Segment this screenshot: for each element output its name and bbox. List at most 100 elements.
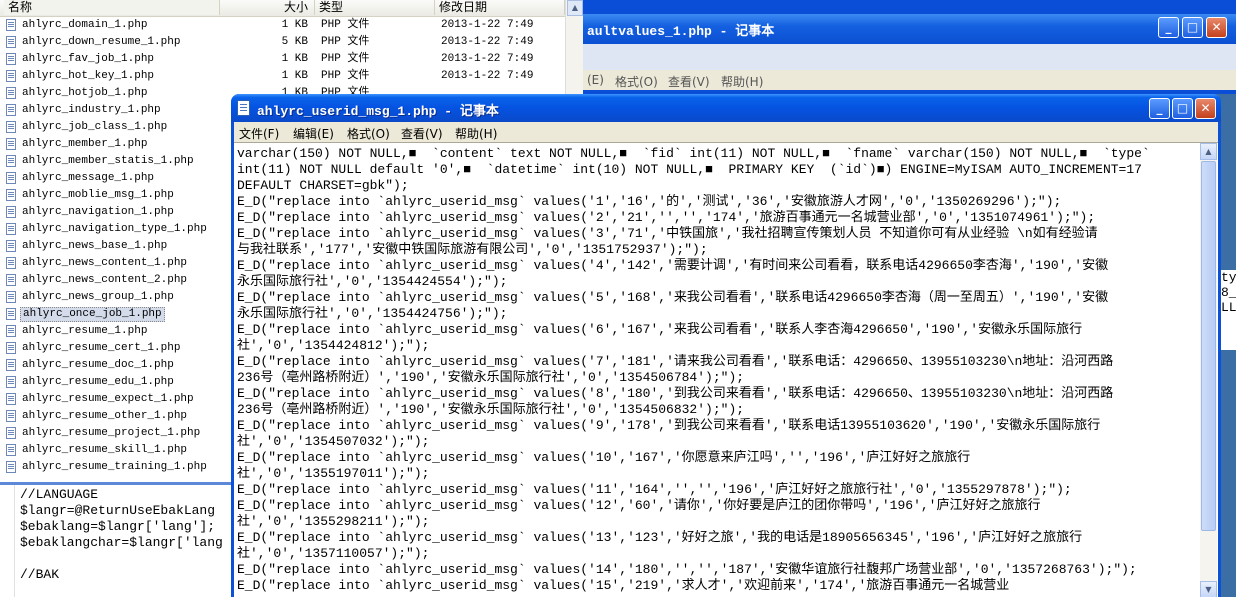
file-name: ahlyrc_resume_project_1.php [22,427,201,439]
file-name: ahlyrc_navigation_1.php [22,206,174,218]
text-line: E_D("replace into `ahlyrc_userid_msg` va… [237,354,1114,369]
php-file-icon [6,376,16,388]
php-file-icon [6,461,16,473]
php-file-icon [6,240,16,252]
code-line: $langr=@ReturnUseEbakLang [20,503,216,518]
file-row[interactable]: ahlyrc_fav_job_1.php 1 KB PHP 文件 2013-1-22 … [0,51,565,68]
menu-view[interactable]: 查看(V) [668,73,710,90]
notepad-vertical-scrollbar[interactable]: ▲ ▼ [1200,143,1217,597]
php-file-icon [6,172,16,184]
file-name: ahlyrc_resume_training_1.php [22,461,207,473]
text-line: E_D("replace into `ahlyrc_userid_msg` va… [237,418,1101,433]
php-file-icon [6,444,16,456]
file-size: 5 KB [281,36,308,48]
php-file-icon [6,36,16,48]
php-file-icon [6,206,16,218]
file-type: PHP 文件 [321,53,370,65]
file-row[interactable]: ahlyrc_hot_key_1.php 1 KB PHP 文件 2013-1-22 … [0,68,565,85]
file-name: ahlyrc_once_job_1.php [20,307,165,322]
close-icon[interactable]: ✕ [1206,17,1227,38]
column-date-header[interactable]: 修改日期 [435,0,565,15]
menu-format[interactable]: 格式(O) [615,73,658,90]
file-name: ahlyrc_news_base_1.php [22,240,168,252]
notepad-titlebar[interactable]: ahlyrc_userid_msg_1.php - 记事本 _ □ ✕ [231,94,1221,122]
minimize-icon[interactable]: _ [1158,17,1179,38]
scroll-up-icon[interactable]: ▲ [567,0,583,16]
background-notepad-menu: (E) 格式(O) 查看(V) 帮助(H) [583,70,1236,90]
file-row[interactable]: ahlyrc_domain_1.php 1 KB PHP 文件 2013-1-22 7… [0,17,565,34]
file-size: 1 KB [281,19,308,31]
text-line: E_D("replace into `ahlyrc_userid_msg` va… [237,562,1137,577]
file-name: ahlyrc_resume_edu_1.php [22,376,174,388]
text-line: varchar(150) NOT NULL,■ `content` text N… [237,146,1150,161]
notepad-text-area[interactable]: varchar(150) NOT NULL,■ `content` text N… [234,142,1218,597]
text-line: 社','0','1355197011');"); [237,466,430,481]
background-notepad-window[interactable]: aultvalues_1.php - 记事本 _ □ ✕ (E) 格式(O) 查… [583,0,1236,94]
scrollbar-thumb[interactable] [1201,161,1216,531]
menu-edit[interactable]: (E) [587,73,604,87]
scroll-up-icon[interactable]: ▲ [1200,143,1217,160]
file-type: PHP 文件 [321,36,370,48]
maximize-icon[interactable]: □ [1172,98,1193,119]
text-line: 236号（亳州路桥附近）','190','安徽永乐国际旅行社','0','135… [237,402,745,417]
php-file-icon [6,223,16,235]
text-line: E_D("replace into `ahlyrc_userid_msg` va… [237,194,1062,209]
code-line: //BAK [20,567,60,582]
file-name: ahlyrc_down_resume_1.php [22,36,181,48]
php-file-icon [6,121,16,133]
maximize-icon[interactable]: □ [1182,17,1203,38]
text-line: int(11) NOT NULL default '0',■ `datetime… [237,162,1142,177]
file-name: ahlyrc_news_content_2.php [22,274,188,286]
php-file-icon [6,70,16,82]
php-file-icon [6,308,16,320]
menu-help[interactable]: 帮助(H) [455,125,497,142]
strip-line: typ [1221,270,1236,285]
file-name: ahlyrc_resume_other_1.php [22,410,188,422]
notepad-window[interactable]: ahlyrc_userid_msg_1.php - 记事本 _ □ ✕ 文件(F… [231,94,1221,597]
text-line: 与我社联系','177','安徽中铁国际旅游有限公司','0','1351752… [237,242,708,257]
file-row[interactable]: ahlyrc_down_resume_1.php 5 KB PHP 文件 2013-1… [0,34,565,51]
text-line: E_D("replace into `ahlyrc_userid_msg` va… [237,578,1010,593]
menu-format[interactable]: 格式(O) [347,125,390,142]
notepad-title: ahlyrc_userid_msg_1.php - 记事本 [257,104,499,119]
text-line: E_D("replace into `ahlyrc_userid_msg` va… [237,482,1072,497]
file-type: PHP 文件 [321,70,370,82]
text-line: E_D("replace into `ahlyrc_userid_msg` va… [237,290,1109,305]
code-editor-panel[interactable]: //LANGUAGE $langr=@ReturnUseEbakLang $eb… [0,482,236,597]
file-date: 2013-1-22 7:49 [441,53,534,65]
background-editor-strip: typ 8_ LL [1221,270,1236,350]
column-type-header[interactable]: 类型 [315,0,435,15]
minimize-icon[interactable]: _ [1149,98,1170,119]
php-file-icon [6,257,16,269]
php-file-icon [6,53,16,65]
code-line: $ebaklang=$langr['lang']; [20,519,216,534]
php-file-icon [6,138,16,150]
menu-file[interactable]: 文件(F) [239,125,279,142]
php-file-icon [6,410,16,422]
text-line: E_D("replace into `ahlyrc_userid_msg` va… [237,498,1041,513]
close-icon[interactable]: ✕ [1195,98,1216,119]
text-line: E_D("replace into `ahlyrc_userid_msg` va… [237,210,1096,225]
menu-view[interactable]: 查看(V) [401,125,443,142]
php-file-icon [6,291,16,303]
file-name: ahlyrc_resume_1.php [22,325,148,337]
file-name: ahlyrc_hot_key_1.php [22,70,155,82]
menu-edit[interactable]: 编辑(E) [293,125,334,142]
file-date: 2013-1-22 7:49 [441,19,534,31]
file-name: ahlyrc_resume_doc_1.php [22,359,174,371]
column-size-header[interactable]: 大小 [220,0,315,15]
background-notepad-titlebar[interactable]: aultvalues_1.php - 记事本 _ □ ✕ [583,14,1236,44]
file-name: ahlyrc_resume_skill_1.php [22,444,188,456]
text-line: 永乐国际旅行社','0','1354424756');"); [237,306,508,321]
background-notepad-body [583,44,1236,70]
file-name: ahlyrc_hotjob_1.php [22,87,148,99]
scroll-down-icon[interactable]: ▼ [1200,581,1217,597]
text-line: E_D("replace into `ahlyrc_userid_msg` va… [237,226,1098,241]
notepad-menubar: 文件(F) 编辑(E) 格式(O) 查看(V) 帮助(H) [234,122,1218,142]
php-file-icon [6,342,16,354]
text-line: E_D("replace into `ahlyrc_userid_msg` va… [237,386,1114,401]
menu-help[interactable]: 帮助(H) [721,73,763,90]
php-file-icon [6,427,16,439]
php-file-icon [6,104,16,116]
column-name-header[interactable]: 名称 [4,0,220,15]
